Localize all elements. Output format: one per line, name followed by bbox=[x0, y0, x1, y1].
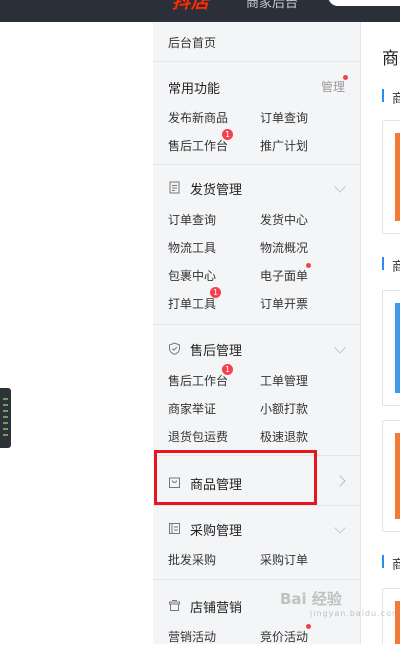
sidebar-item-logistics-overview[interactable]: 物流概况 bbox=[260, 239, 308, 256]
section-title-purchase[interactable]: 采购管理 bbox=[190, 520, 242, 539]
sidebar-item-merchant-evidence[interactable]: 商家举证 bbox=[168, 400, 216, 417]
notification-dot bbox=[306, 263, 311, 268]
feature-card[interactable] bbox=[382, 290, 400, 406]
section-heading: 商 bbox=[382, 88, 400, 107]
sidebar-item-order-query[interactable]: 订单查询 bbox=[260, 109, 308, 126]
sidebar-item-return-shipping[interactable]: 退货包运费 bbox=[168, 428, 228, 445]
section-title-common: 常用功能 bbox=[168, 82, 221, 97]
divider bbox=[153, 324, 361, 325]
divider bbox=[153, 61, 361, 62]
left-blank-area bbox=[0, 22, 153, 644]
main-content: 商 商 商 商 bbox=[362, 22, 400, 644]
sidebar-item-home[interactable]: 后台首页 bbox=[168, 34, 216, 51]
divider bbox=[153, 505, 361, 506]
chevron-right-icon[interactable] bbox=[334, 475, 346, 487]
page-title: 商 bbox=[382, 49, 399, 69]
sidebar-item-express-refund[interactable]: 极速退款 bbox=[260, 428, 308, 445]
sidebar-item-aftersale-workbench-2[interactable]: 售后工作台 bbox=[168, 372, 228, 389]
chevron-down-icon[interactable] bbox=[334, 342, 346, 354]
sidebar-item-shipping-center[interactable]: 发货中心 bbox=[260, 211, 308, 228]
divider bbox=[153, 579, 361, 580]
count-badge: 1 bbox=[210, 287, 221, 298]
feature-card[interactable] bbox=[382, 420, 400, 532]
sidebar-item-order-query-2[interactable]: 订单查询 bbox=[168, 211, 216, 228]
sidebar-item-small-payment[interactable]: 小额打款 bbox=[260, 400, 308, 417]
store-icon bbox=[169, 600, 180, 611]
chevron-down-icon[interactable] bbox=[334, 522, 346, 534]
section-title-shipping[interactable]: 发货管理 bbox=[190, 179, 242, 198]
search-input[interactable] bbox=[328, 0, 400, 6]
catalog-icon bbox=[169, 523, 180, 534]
count-badge: 1 bbox=[222, 129, 233, 140]
top-navigation-bar: 抖店 商家后台 bbox=[0, 0, 400, 22]
feature-card[interactable] bbox=[382, 120, 400, 234]
sidebar-menu: 后台首页 常用功能 管理 发布新商品 订单查询 售后工作台 1 推广计划 发货管… bbox=[153, 22, 361, 644]
sidebar-item-bidding-activities[interactable]: 竞价活动 bbox=[260, 628, 308, 645]
notification-dot bbox=[306, 624, 311, 629]
sidebar-item-aftersale-workbench[interactable]: 售后工作台 bbox=[168, 137, 228, 154]
section-heading: 商 bbox=[382, 256, 400, 275]
sidebar-item-package-center[interactable]: 包裹中心 bbox=[168, 267, 216, 284]
brand-subtitle: 商家后台 bbox=[246, 0, 299, 11]
sidebar-item-logistics-tools[interactable]: 物流工具 bbox=[168, 239, 216, 256]
manage-link[interactable]: 管理 bbox=[321, 78, 345, 95]
sidebar-item-wholesale-purchase[interactable]: 批发采购 bbox=[168, 551, 216, 568]
divider bbox=[153, 164, 361, 165]
notification-dot bbox=[343, 75, 348, 80]
sidebar-item-order-invoice[interactable]: 订单开票 bbox=[260, 295, 308, 312]
sidebar-item-promotion-plan[interactable]: 推广计划 bbox=[260, 137, 308, 154]
sidebar-item-electronic-waybill[interactable]: 电子面单 bbox=[260, 267, 308, 284]
side-toolbar-handle[interactable] bbox=[0, 388, 11, 448]
chevron-down-icon[interactable] bbox=[334, 181, 346, 193]
sidebar-item-print-tool[interactable]: 打单工具 bbox=[168, 295, 216, 312]
product-management-highlight-box bbox=[154, 450, 317, 505]
document-icon bbox=[169, 181, 180, 194]
section-title-marketing[interactable]: 店铺营销 bbox=[190, 597, 242, 616]
sidebar-item-ticket-management[interactable]: 工单管理 bbox=[260, 372, 308, 389]
brand-logo[interactable]: 抖店 bbox=[172, 0, 210, 14]
watermark-logo: Bai 经验 jingyan.baidu.com bbox=[280, 590, 400, 618]
sidebar-item-publish-product[interactable]: 发布新商品 bbox=[168, 109, 228, 126]
sidebar-item-marketing-activities[interactable]: 营销活动 bbox=[168, 628, 216, 645]
count-badge: 1 bbox=[222, 364, 233, 375]
section-title-aftersale[interactable]: 售后管理 bbox=[190, 340, 242, 359]
sidebar-item-purchase-orders[interactable]: 采购订单 bbox=[260, 551, 308, 568]
shield-icon bbox=[169, 342, 180, 355]
section-heading: 商 bbox=[382, 554, 400, 573]
